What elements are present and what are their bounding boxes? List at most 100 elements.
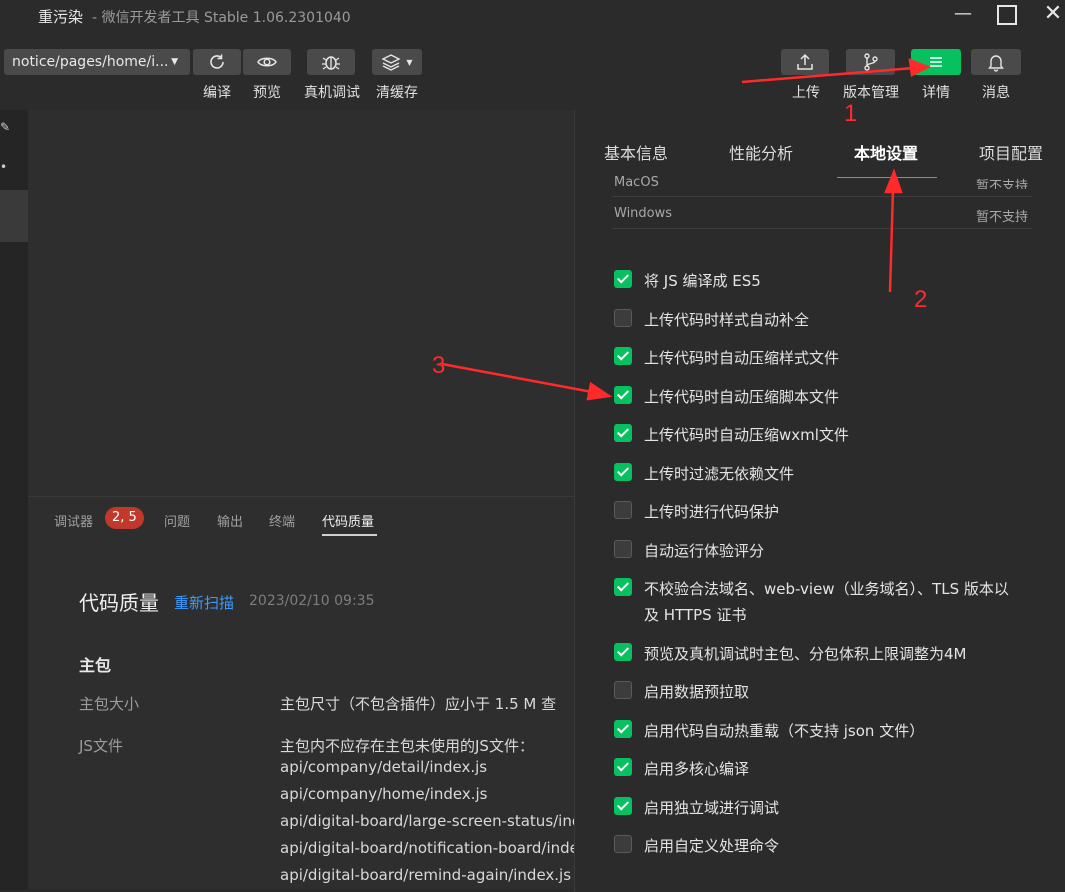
checkbox[interactable]	[614, 758, 632, 776]
file-item: api/company/detail/index.js	[280, 758, 488, 776]
messages-button[interactable]	[971, 49, 1021, 75]
setting-row[interactable]: 启用独立域进行调试	[614, 795, 1014, 821]
setting-row[interactable]: 上传代码时样式自动补全	[614, 307, 1014, 333]
setting-label: 上传代码时自动压缩脚本文件	[644, 388, 840, 406]
checkbox[interactable]	[614, 309, 632, 327]
upload-button[interactable]	[781, 49, 829, 75]
main-package-heading: 主包	[79, 656, 112, 675]
sidebar-item-active[interactable]	[0, 190, 28, 242]
checkbox[interactable]	[614, 347, 632, 365]
row-text-js: 主包内不应存在主包未使用的JS文件：	[280, 737, 534, 755]
checkbox[interactable]	[614, 386, 632, 404]
annotation-3: 3	[432, 352, 446, 379]
details-label: 详情	[922, 85, 950, 101]
file-item: api/company/home/index.js	[280, 785, 488, 803]
setting-label: 自动运行体验评分	[644, 542, 765, 560]
rescan-link[interactable]: 重新扫描	[174, 592, 234, 613]
clear-cache-button[interactable]: ▼	[372, 49, 422, 75]
setting-row[interactable]: 将 JS 编译成 ES5	[614, 268, 1014, 294]
maximize-icon[interactable]	[984, 0, 1030, 30]
setting-label: 上传时进行代码保护	[644, 503, 780, 521]
setting-row[interactable]: 启用代码自动热重载（不支持 json 文件）	[614, 718, 1014, 744]
eye-icon	[257, 57, 277, 67]
checkbox[interactable]	[614, 540, 632, 558]
setting-row[interactable]: 自动运行体验评分	[614, 538, 1014, 564]
annotation-2: 2	[914, 286, 928, 313]
checkbox[interactable]	[614, 835, 632, 853]
code-quality-title: 代码质量	[79, 591, 159, 615]
minimize-icon[interactable]: —	[940, 0, 986, 30]
preview-button[interactable]	[243, 49, 291, 75]
setting-row[interactable]: 启用多核心编译	[614, 756, 1014, 782]
clear-cache-label: 清缓存	[376, 85, 418, 101]
setting-row[interactable]: 上传代码时自动压缩wxml文件	[614, 422, 1014, 448]
checkbox[interactable]	[614, 270, 632, 288]
close-icon[interactable]: ✕	[1030, 0, 1065, 30]
scan-date: 2023/02/10 09:35	[249, 593, 375, 609]
chevron-down-icon: ▼	[406, 57, 413, 67]
os-label: MacOS	[614, 175, 659, 189]
checkbox[interactable]	[614, 681, 632, 699]
bell-icon	[988, 55, 1004, 72]
checkbox[interactable]	[614, 797, 632, 815]
preview-label: 预览	[253, 85, 281, 101]
setting-row[interactable]: 上传时过滤无依赖文件	[614, 461, 1014, 487]
tab-project-config[interactable]: 项目配置	[979, 140, 1043, 164]
checkbox[interactable]	[614, 643, 632, 661]
window-title-app: - 微信开发者工具 Stable 1.06.2301040	[92, 10, 351, 26]
branch-icon	[863, 53, 878, 71]
checkbox[interactable]	[614, 463, 632, 481]
checkbox[interactable]	[614, 424, 632, 442]
setting-label: 预览及真机调试时主包、分包体积上限调整为4M	[644, 645, 967, 663]
menu-icon	[930, 57, 942, 67]
checkbox[interactable]	[614, 501, 632, 519]
setting-row[interactable]: 上传代码时自动压缩脚本文件	[614, 384, 1014, 410]
file-item: api/digital-board/notification-board/ind…	[280, 839, 574, 857]
setting-row[interactable]: 上传时进行代码保护	[614, 499, 1014, 525]
details-button[interactable]	[911, 49, 961, 75]
row-label-js: JS文件	[79, 737, 123, 755]
setting-label: 不校验合法域名、web-view（业务域名）、TLS 版本以及 HTTPS 证书	[644, 580, 1009, 624]
row-label-size: 主包大小	[79, 695, 140, 713]
bug-icon	[322, 56, 340, 70]
setting-row[interactable]: 启用数据预拉取	[614, 679, 1014, 705]
setting-label: 启用代码自动热重载（不支持 json 文件）	[644, 722, 925, 740]
setting-label: 上传代码时自动压缩样式文件	[644, 349, 840, 367]
setting-label: 启用数据预拉取	[644, 683, 750, 701]
checkbox[interactable]	[614, 578, 632, 596]
compile-button[interactable]	[193, 49, 241, 75]
setting-row[interactable]: 预览及真机调试时主包、分包体积上限调整为4M	[614, 641, 1014, 667]
dot-icon[interactable]: •	[0, 160, 7, 174]
upload-label: 上传	[792, 85, 820, 101]
version-button[interactable]	[846, 49, 895, 75]
setting-row[interactable]: 启用自定义处理命令	[614, 833, 1014, 859]
setting-label: 将 JS 编译成 ES5	[644, 272, 761, 290]
page-path-value: notice/pages/home/i...	[12, 54, 169, 70]
tab-active-indicator	[837, 177, 937, 178]
tab-performance[interactable]: 性能分析	[729, 140, 793, 164]
setting-label: 上传代码时样式自动补全	[644, 311, 810, 329]
maximize-square	[997, 5, 1017, 25]
setting-label: 上传代码时自动压缩wxml文件	[644, 426, 849, 444]
setting-label: 启用自定义处理命令	[644, 837, 780, 855]
os-label: Windows	[614, 206, 673, 221]
tab-basic-info[interactable]: 基本信息	[604, 140, 668, 164]
messages-label: 消息	[982, 85, 1010, 101]
annotation-1: 1	[844, 100, 858, 127]
refresh-icon	[210, 54, 224, 69]
os-status: 暂不支持	[976, 179, 1029, 189]
tab-local-settings[interactable]: 本地设置	[854, 140, 918, 164]
version-label: 版本管理	[843, 85, 899, 101]
remote-debug-button[interactable]	[307, 49, 355, 75]
os-status: 暂不支持	[976, 210, 1029, 225]
layers-icon	[381, 54, 401, 71]
pencil-icon[interactable]: ✎	[0, 120, 10, 134]
remote-debug-label: 真机调试	[304, 85, 360, 101]
checkbox[interactable]	[614, 720, 632, 738]
setting-row[interactable]: 不校验合法域名、web-view（业务域名）、TLS 版本以及 HTTPS 证书	[614, 576, 1014, 628]
page-path-select[interactable]: notice/pages/home/i... ▼	[4, 49, 190, 75]
setting-row[interactable]: 上传代码时自动压缩样式文件	[614, 345, 1014, 371]
setting-label: 启用多核心编译	[644, 760, 750, 778]
file-item: api/digital-board/remind-again/index.js	[280, 866, 572, 884]
setting-label: 启用独立域进行调试	[644, 799, 780, 817]
